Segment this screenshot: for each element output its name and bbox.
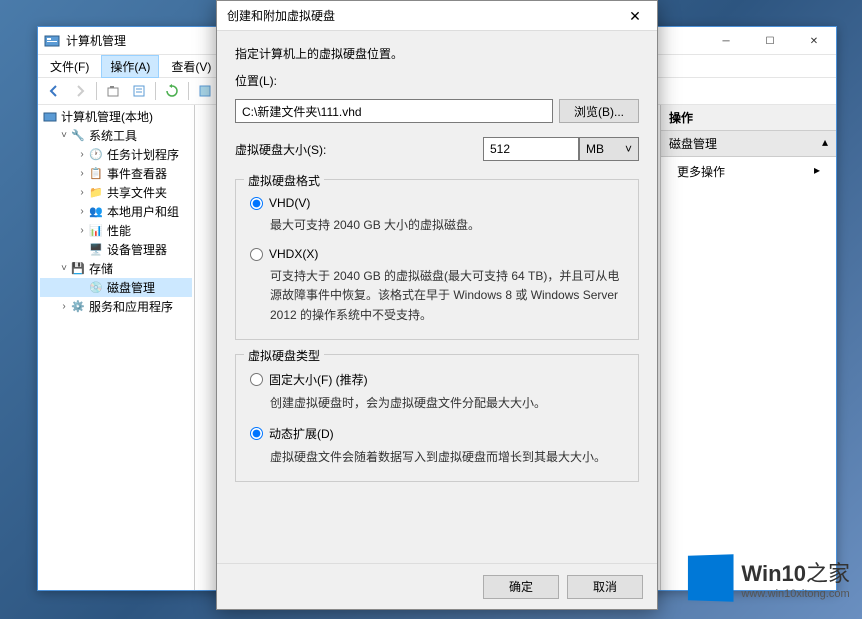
actions-more[interactable]: 更多操作 ▸ (661, 157, 836, 186)
storage-icon: 💾 (70, 261, 86, 277)
type-legend: 虚拟硬盘类型 (244, 347, 324, 364)
close-button[interactable]: ✕ (792, 27, 836, 55)
fixed-radio-row[interactable]: 固定大小(F) (推荐) (250, 371, 624, 388)
event-icon: 📋 (88, 166, 104, 182)
computer-icon (42, 109, 58, 125)
expand-icon[interactable]: › (76, 187, 88, 198)
forward-button[interactable] (68, 79, 92, 103)
location-input[interactable] (235, 99, 553, 123)
format-legend: 虚拟硬盘格式 (244, 172, 324, 189)
expand-icon[interactable]: › (76, 149, 88, 160)
disk-icon: 💿 (88, 280, 104, 296)
actions-panel: 操作 磁盘管理 ▴ 更多操作 ▸ (660, 105, 836, 590)
tree-storage[interactable]: ˅ 💾 存储 (40, 259, 192, 278)
collapse-icon[interactable]: ˅ (58, 263, 70, 274)
windows-logo-icon (688, 554, 734, 602)
users-icon: 👥 (88, 204, 104, 220)
create-vhd-dialog: 创建和附加虚拟硬盘 ✕ 指定计算机上的虚拟硬盘位置。 位置(L): 浏览(B).… (216, 0, 658, 610)
dialog-footer: 确定 取消 (217, 563, 657, 609)
type-fieldset: 虚拟硬盘类型 固定大小(F) (推荐) 创建虚拟硬盘时，会为虚拟硬盘文件分配最大… (235, 354, 639, 482)
tree-services[interactable]: › ⚙️ 服务和应用程序 (40, 297, 192, 316)
tree-local-users[interactable]: › 👥 本地用户和组 (40, 202, 192, 221)
tree-systools[interactable]: ˅ 🔧 系统工具 (40, 126, 192, 145)
maximize-button[interactable]: ☐ (748, 27, 792, 55)
menu-file[interactable]: 文件(F) (42, 56, 97, 77)
navigation-tree: 计算机管理(本地) ˅ 🔧 系统工具 › 🕐 任务计划程序 › 📋 事件查看器 … (38, 105, 195, 590)
tools-icon: 🔧 (70, 128, 86, 144)
expand-icon[interactable]: › (76, 168, 88, 179)
tree-root[interactable]: 计算机管理(本地) (40, 107, 192, 126)
tree-performance[interactable]: › 📊 性能 (40, 221, 192, 240)
actions-section[interactable]: 磁盘管理 ▴ (661, 131, 836, 157)
chevron-right-icon: ▸ (814, 163, 820, 177)
tree-shared-folders[interactable]: › 📁 共享文件夹 (40, 183, 192, 202)
watermark: Win10之家 www.win10xitong.com (687, 555, 850, 601)
dynamic-radio-row[interactable]: 动态扩展(D) (250, 425, 624, 442)
menu-view[interactable]: 查看(V) (163, 56, 219, 77)
help-button[interactable] (193, 79, 217, 103)
vhd-radio[interactable] (250, 197, 263, 210)
options-button[interactable] (127, 79, 151, 103)
collapse-icon[interactable]: ˅ (58, 130, 70, 141)
vhdx-description: 可支持大于 2040 GB 的虚拟磁盘(最大可支持 64 TB)，并且可从电源故… (270, 267, 624, 325)
tree-device-manager[interactable]: 🖥️ 设备管理器 (40, 240, 192, 259)
refresh-button[interactable] (160, 79, 184, 103)
watermark-url: www.win10xitong.com (741, 588, 850, 600)
dialog-close-button[interactable]: ✕ (613, 1, 657, 31)
tree-event-viewer[interactable]: › 📋 事件查看器 (40, 164, 192, 183)
instruction-text: 指定计算机上的虚拟硬盘位置。 (235, 45, 639, 62)
browse-button[interactable]: 浏览(B)... (559, 99, 639, 123)
watermark-brand: Win10之家 (741, 556, 850, 588)
expand-icon[interactable]: › (76, 206, 88, 217)
up-button[interactable] (101, 79, 125, 103)
clock-icon: 🕐 (88, 147, 104, 163)
dynamic-radio[interactable] (250, 427, 263, 440)
dynamic-description: 虚拟硬盘文件会随着数据写入到虚拟硬盘而增长到其最大大小。 (270, 448, 624, 467)
device-icon: 🖥️ (88, 242, 104, 258)
app-icon (44, 33, 60, 49)
vhd-radio-row[interactable]: VHD(V) (250, 196, 624, 210)
chevron-down-icon: ˅ (625, 142, 632, 156)
vhdx-radio-row[interactable]: VHDX(X) (250, 247, 624, 261)
expand-icon[interactable]: › (76, 225, 88, 236)
size-label: 虚拟硬盘大小(S): (235, 141, 483, 158)
vhdx-radio[interactable] (250, 248, 263, 261)
fixed-radio[interactable] (250, 373, 263, 386)
dialog-titlebar: 创建和附加虚拟硬盘 ✕ (217, 1, 657, 31)
back-button[interactable] (42, 79, 66, 103)
minimize-button[interactable]: ─ (704, 27, 748, 55)
size-unit-select[interactable]: MB ˅ (579, 137, 639, 161)
dialog-title: 创建和附加虚拟硬盘 (227, 7, 335, 24)
chevron-up-icon: ▴ (822, 135, 828, 152)
actions-header: 操作 (661, 105, 836, 131)
menu-action[interactable]: 操作(A) (101, 55, 159, 78)
location-label: 位置(L): (235, 72, 639, 89)
tree-task-scheduler[interactable]: › 🕐 任务计划程序 (40, 145, 192, 164)
vhd-description: 最大可支持 2040 GB 大小的虚拟磁盘。 (270, 216, 624, 235)
folder-icon: 📁 (88, 185, 104, 201)
expand-icon[interactable]: › (58, 301, 70, 312)
services-icon: ⚙️ (70, 299, 86, 315)
size-input[interactable] (483, 137, 579, 161)
format-fieldset: 虚拟硬盘格式 VHD(V) 最大可支持 2040 GB 大小的虚拟磁盘。 VHD… (235, 179, 639, 340)
perf-icon: 📊 (88, 223, 104, 239)
cancel-button[interactable]: 取消 (567, 575, 643, 599)
ok-button[interactable]: 确定 (483, 575, 559, 599)
fixed-description: 创建虚拟硬盘时，会为虚拟硬盘文件分配最大大小。 (270, 394, 624, 413)
tree-disk-management[interactable]: 💿 磁盘管理 (40, 278, 192, 297)
